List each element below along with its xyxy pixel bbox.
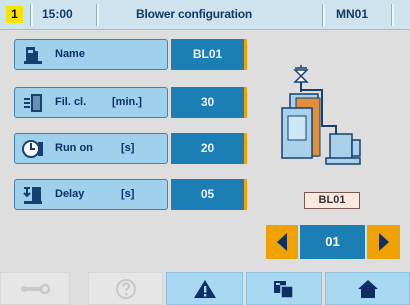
header-bar: 1 15:00 Blower configuration MN01 xyxy=(0,0,410,30)
name-label: Name xyxy=(55,48,85,60)
delay-icon xyxy=(23,187,42,204)
run-on-label-box[interactable]: Run on [s] xyxy=(14,133,168,164)
row-delay[interactable]: Delay [s] 05 xyxy=(14,179,247,210)
screens-icon xyxy=(274,280,294,299)
row-run-on[interactable]: Run on [s] 20 xyxy=(14,133,247,164)
header-divider xyxy=(30,4,33,26)
warning-icon xyxy=(193,279,216,298)
device-label: BL01 xyxy=(304,192,360,209)
row-name[interactable]: Name BL01 xyxy=(14,39,247,70)
clock-time: 15:00 xyxy=(42,7,73,21)
device-selector-value[interactable]: 01 xyxy=(300,225,365,259)
wrench-icon xyxy=(21,283,50,294)
home-icon xyxy=(357,279,378,298)
clock-icon xyxy=(22,140,43,158)
name-value-field[interactable]: BL01 xyxy=(171,39,247,70)
valve-icon xyxy=(293,69,309,83)
filter-value-field[interactable]: 30 xyxy=(171,87,247,118)
header-divider xyxy=(391,4,394,26)
blower-diagram xyxy=(281,65,361,165)
filter-label-box[interactable]: Fil. cl. [min.] xyxy=(14,87,168,118)
screens-button[interactable] xyxy=(246,272,322,305)
run-on-label: Run on xyxy=(55,142,93,154)
bottom-toolbar xyxy=(0,272,410,305)
run-on-value-field[interactable]: 20 xyxy=(171,133,247,164)
home-button[interactable] xyxy=(325,272,410,305)
previous-button[interactable] xyxy=(266,225,298,259)
delay-label: Delay xyxy=(55,188,85,200)
next-button[interactable] xyxy=(367,225,400,259)
device-icon xyxy=(24,47,42,64)
header-divider xyxy=(322,4,325,26)
delay-label-box[interactable]: Delay [s] xyxy=(14,179,168,210)
page-title: Blower configuration xyxy=(136,7,253,21)
filter-label: Fil. cl. xyxy=(55,96,87,108)
alarm-button[interactable] xyxy=(166,272,243,305)
arrow-left-icon xyxy=(277,233,287,251)
help-icon xyxy=(115,278,136,299)
row-filter-cleaning[interactable]: Fil. cl. [min.] 30 xyxy=(14,87,247,118)
screen-number-badge: 1 xyxy=(6,6,23,23)
arrow-right-icon xyxy=(379,233,389,251)
delay-unit: [s] xyxy=(121,188,135,200)
name-label-box[interactable]: Name xyxy=(14,39,168,70)
settings-button[interactable] xyxy=(0,272,70,305)
run-on-unit: [s] xyxy=(121,142,135,154)
filter-icon xyxy=(24,94,42,112)
unit-code: MN01 xyxy=(336,7,369,21)
help-button[interactable] xyxy=(88,272,163,305)
header-divider xyxy=(96,4,99,26)
filter-unit: [min.] xyxy=(112,96,142,108)
delay-value-field[interactable]: 05 xyxy=(171,179,247,210)
